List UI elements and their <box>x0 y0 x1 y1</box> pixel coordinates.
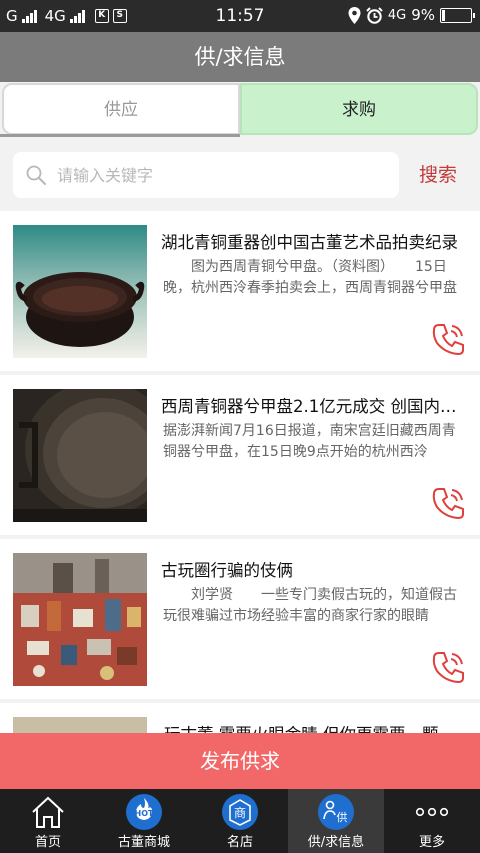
search-box <box>13 152 399 198</box>
phone-icon[interactable] <box>431 649 467 685</box>
bottom-nav: 首页 HOT 古董商城 商 名店 供 供/求信息 更多 <box>0 789 480 853</box>
nav-supply-demand[interactable]: 供 供/求信息 <box>288 789 384 853</box>
item-title: 湖北青铜重器创中国古董艺术品拍卖纪录 <box>161 233 458 252</box>
tab-demand[interactable]: 求购 <box>240 83 478 135</box>
bronze-plate-photo <box>13 225 147 358</box>
search-button[interactable]: 搜索 <box>406 152 470 198</box>
battery-label: 9% <box>411 6 435 24</box>
location-icon <box>348 6 361 24</box>
status-right: 4G 9% <box>348 6 475 24</box>
item-desc: 据澎湃新闻7月16日报道，南宋宫廷旧藏西周青铜器兮甲盘，在15日晚9点开始的杭州… <box>163 423 456 460</box>
item-title: 西周青铜器兮甲盘2.1亿元成交 创国内青铜器拍卖纪录 <box>161 397 466 416</box>
item-title: 古玩圈行骗的伎俩 <box>161 561 293 580</box>
nav-famous-shop-label: 名店 <box>226 835 253 850</box>
more-dots-icon <box>415 807 449 817</box>
item-title: 玩古董 需要火眼金睛 但你更需要一颗平常心 <box>164 721 469 733</box>
antique-photo <box>13 717 147 733</box>
antique-market-photo <box>13 553 147 686</box>
nav-supply-demand-label: 供/求信息 <box>307 835 365 850</box>
home-icon <box>32 796 64 828</box>
supply-person-icon: 供 <box>318 794 354 830</box>
item-desc: 刘学贤 一些专门卖假古玩的，知道假古玩很难骗过市场经验丰富的商家行家的眼睛 <box>163 587 457 624</box>
tab-underline <box>0 134 240 137</box>
shop-badge-icon: 商 <box>222 794 258 830</box>
publish-button[interactable]: 发布供求 <box>0 733 480 789</box>
info-list: 湖北青铜重器创中国古董艺术品拍卖纪录 图为西周青铜兮甲盘。（资料图） 15日晚，… <box>0 211 480 733</box>
alarm-icon <box>366 6 383 24</box>
hot-badge-icon: HOT <box>126 794 162 830</box>
nav-home-label: 首页 <box>34 835 61 850</box>
list-item[interactable]: 玩古董 需要火眼金睛 但你更需要一颗平常心 <box>0 703 480 733</box>
phone-icon[interactable] <box>431 321 467 357</box>
nav-antique-mall[interactable]: HOT 古董商城 <box>96 789 192 853</box>
search-input[interactable] <box>57 152 387 198</box>
nav-famous-shop[interactable]: 商 名店 <box>192 789 288 853</box>
item-desc: 图为西周青铜兮甲盘。（资料图） 15日晚，杭州西泠春季拍卖会上，西周青铜器兮甲盘 <box>163 259 457 296</box>
network-label: 4G <box>387 7 407 23</box>
nav-home[interactable]: 首页 <box>0 789 96 853</box>
battery-icon <box>440 7 475 23</box>
nav-more[interactable]: 更多 <box>384 789 480 853</box>
tab-supply[interactable]: 供应 <box>2 83 240 135</box>
segment-tabs: 供应 求购 <box>2 83 478 135</box>
bronze-plate-closeup-photo <box>13 389 147 522</box>
search-icon <box>26 165 46 185</box>
page-title: 供/求信息 <box>0 32 480 82</box>
list-item[interactable]: 古玩圈行骗的伎俩 刘学贤 一些专门卖假古玩的，知道假古玩很难骗过市场经验丰富的商… <box>0 539 480 699</box>
list-item[interactable]: 湖北青铜重器创中国古董艺术品拍卖纪录 图为西周青铜兮甲盘。（资料图） 15日晚，… <box>0 211 480 371</box>
svg-text:HOT: HOT <box>135 809 154 818</box>
list-item[interactable]: 西周青铜器兮甲盘2.1亿元成交 创国内青铜器拍卖纪录 据澎湃新闻7月16日报道，… <box>0 375 480 535</box>
svg-text:商: 商 <box>234 805 246 820</box>
status-bar: G 4G K S 11:57 4G 9% <box>0 0 480 32</box>
phone-icon[interactable] <box>431 485 467 521</box>
nav-more-label: 更多 <box>418 835 445 850</box>
svg-text:供: 供 <box>337 810 348 824</box>
nav-antique-mall-label: 古董商城 <box>117 835 170 850</box>
